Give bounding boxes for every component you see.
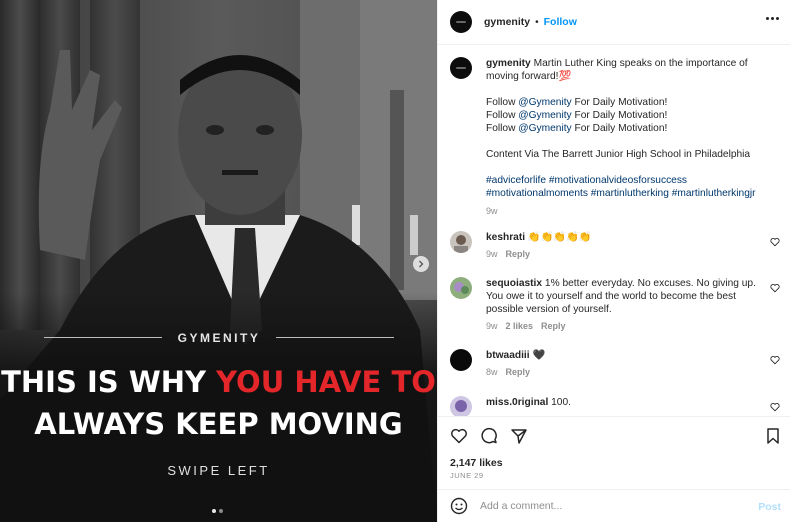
post-button[interactable]: Post [758, 501, 781, 513]
divider-right [276, 337, 394, 338]
comment-likes[interactable]: 2 likes [506, 321, 534, 331]
comment-text: 🖤 [532, 350, 546, 361]
reply-button[interactable]: Reply [541, 321, 566, 331]
next-slide-button[interactable] [413, 256, 429, 272]
brand-text: GYMENITY [177, 331, 261, 345]
action-icons [450, 427, 528, 445]
follow-line: Follow @Gymenity For Daily Motivation! [486, 97, 668, 108]
comment-username[interactable]: btwaadiii [486, 350, 530, 361]
carousel-dot [219, 509, 223, 513]
brand-banner: GYMENITY [44, 331, 394, 345]
chevron-right-icon [419, 260, 424, 268]
likes-count[interactable]: 2,147 likes [450, 457, 503, 469]
post-side-panel: gymenity • Follow gymenity Martin Luther… [437, 0, 790, 522]
avatar[interactable] [450, 11, 472, 33]
like-heart-icon[interactable] [450, 427, 468, 445]
comment-time[interactable]: 8w [486, 367, 498, 377]
carousel-dot-active [212, 509, 216, 513]
follow-button[interactable]: Follow [544, 16, 577, 28]
reply-button[interactable]: Reply [506, 249, 531, 259]
comment-text: 100. [551, 397, 571, 408]
post-date: JUNE 29 [450, 471, 484, 480]
heart-icon[interactable] [770, 283, 780, 293]
heart-icon[interactable] [770, 237, 780, 247]
post-media[interactable]: GYMENITY THIS IS WHY YOU HAVE TO ALWAYS … [0, 0, 437, 522]
mention-link[interactable]: @Gymenity [518, 97, 571, 108]
comment-text: 👏👏👏👏👏 [527, 232, 592, 243]
swipe-hint: SWIPE LEFT [167, 463, 270, 478]
comment-input[interactable] [480, 500, 730, 512]
reply-button[interactable]: Reply [506, 367, 531, 377]
post-header: gymenity • Follow [438, 0, 790, 45]
comment-username[interactable]: sequoiastix [486, 278, 542, 289]
caption-body: gymenity Martin Luther King speaks on th… [486, 57, 776, 218]
comment-time[interactable]: 9w [486, 249, 498, 259]
caption-username[interactable]: gymenity [486, 58, 531, 69]
bookmark-icon[interactable] [765, 427, 781, 445]
comments-list[interactable]: gymenity Martin Luther King speaks on th… [438, 46, 790, 416]
caption-credit: Content Via The Barrett Junior High Scho… [486, 149, 751, 160]
heart-icon[interactable] [770, 355, 780, 365]
emoji-icon[interactable] [450, 497, 468, 515]
caption-avatar[interactable] [450, 57, 472, 79]
hashtags[interactable]: #adviceforlife #motivationalvideosforsuc… [486, 174, 776, 187]
avatar[interactable] [450, 396, 472, 416]
hashtags[interactable]: #motivationalmoments #martinlutherking #… [486, 187, 776, 200]
post-actions: 2,147 likes JUNE 29 [438, 416, 790, 486]
add-comment-bar: Post [438, 489, 790, 522]
more-options-icon[interactable] [766, 17, 779, 20]
comment-username[interactable]: keshrati [486, 232, 525, 243]
mention-link[interactable]: @Gymenity [518, 123, 571, 134]
avatar[interactable] [450, 277, 472, 299]
comment-bubble-icon[interactable] [480, 427, 498, 445]
avatar[interactable] [450, 231, 472, 253]
heart-icon[interactable] [770, 402, 780, 412]
follow-line: Follow @Gymenity For Daily Motivation! [486, 123, 668, 134]
header-username[interactable]: gymenity [484, 16, 530, 28]
header-separator: • [535, 16, 539, 28]
share-plane-icon[interactable] [510, 427, 528, 445]
comment-time[interactable]: 9w [486, 321, 498, 331]
comment-username[interactable]: miss.0riginal [486, 397, 548, 408]
headline-line-1: THIS IS WHY YOU HAVE TO [0, 365, 437, 399]
caption-time[interactable]: 9w [486, 205, 776, 218]
mention-link[interactable]: @Gymenity [518, 110, 571, 121]
headline-red-part: YOU HAVE TO [216, 365, 436, 399]
carousel-dots [212, 509, 223, 513]
follow-line: Follow @Gymenity For Daily Motivation! [486, 110, 668, 121]
avatar[interactable] [450, 349, 472, 371]
headline-white-part: THIS IS WHY [1, 365, 217, 399]
headline-line-2: ALWAYS KEEP MOVING [34, 407, 403, 441]
